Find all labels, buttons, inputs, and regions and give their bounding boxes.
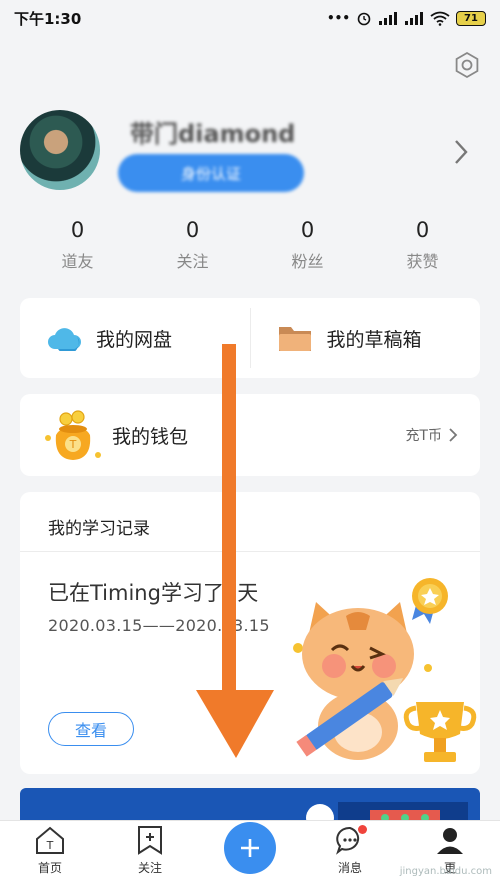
plus-icon — [241, 839, 259, 857]
watermark: jingyan.baidu.com — [399, 866, 492, 877]
tab-create[interactable] — [200, 821, 300, 879]
recharge-label: 充T币 — [405, 428, 442, 444]
signal-icon-2 — [405, 12, 423, 25]
add-button[interactable] — [224, 822, 276, 874]
status-time: 下午1:30 — [14, 9, 82, 28]
verify-button[interactable]: 身份认证 — [118, 154, 304, 192]
stats-row: 0 道友 0 关注 0 粉丝 0 获赞 — [20, 218, 480, 272]
stat-count: 0 — [185, 218, 200, 242]
tab-home-label: 首页 — [37, 861, 62, 875]
wifi-icon — [430, 11, 450, 26]
tab-follow[interactable]: 关注 — [100, 821, 200, 879]
svg-text:T: T — [69, 438, 77, 451]
bookmark-plus-icon — [138, 826, 162, 855]
tab-home[interactable]: T 首页 — [0, 821, 100, 879]
tab-follow-label: 关注 — [137, 861, 162, 875]
user-icon — [437, 828, 463, 854]
tab-messages-label: 消息 — [337, 861, 362, 875]
alarm-icon — [357, 12, 371, 26]
my-disk-label: 我的网盘 — [96, 328, 173, 351]
settings-icon[interactable] — [452, 50, 482, 80]
study-title: 我的学习记录 — [48, 519, 150, 539]
stat-count: 0 — [300, 218, 315, 242]
svg-text:T: T — [46, 839, 54, 852]
chevron-right-icon — [449, 428, 458, 442]
coin-bag-icon: T — [45, 410, 101, 460]
battery-icon: 71 — [456, 10, 486, 26]
my-drafts-button[interactable]: 我的草稿箱 — [251, 298, 481, 378]
my-drafts-label: 我的草稿箱 — [326, 328, 422, 351]
stat-fans[interactable]: 0 粉丝 — [250, 218, 365, 272]
stat-label: 道友 — [61, 252, 94, 271]
more-dots-icon: ••• — [326, 11, 350, 25]
wallet-label: 我的钱包 — [112, 425, 189, 448]
status-bar: 下午1:30 ••• 71 — [0, 0, 500, 36]
cat-mascot-illustration — [293, 578, 477, 762]
unread-badge — [358, 825, 367, 834]
folder-icon — [278, 327, 311, 351]
bottom-tab-bar: T 首页 关注 消息 更 jingyan.baidu.com — [0, 820, 500, 879]
stat-count: 0 — [415, 218, 430, 242]
stat-label: 关注 — [176, 252, 209, 271]
username: 带门diamond — [130, 120, 296, 148]
stat-daoyou[interactable]: 0 道友 — [20, 218, 135, 272]
stat-following[interactable]: 0 关注 — [135, 218, 250, 272]
stat-likes[interactable]: 0 获赞 — [365, 218, 480, 272]
view-button[interactable]: 查看 — [48, 712, 134, 746]
stat-count: 0 — [70, 218, 85, 242]
chevron-right-icon[interactable] — [452, 138, 470, 166]
avatar[interactable] — [20, 110, 100, 190]
home-icon: T — [36, 826, 64, 854]
status-icons: ••• 71 — [327, 10, 486, 26]
stat-label: 获赞 — [406, 252, 439, 271]
stat-label: 粉丝 — [291, 252, 324, 271]
arrow-down-annotation — [196, 344, 274, 758]
profile-header[interactable]: 带门diamond 身份认证 — [20, 108, 480, 192]
recharge-link[interactable]: 充T币 — [405, 425, 458, 445]
tab-messages[interactable]: 消息 — [300, 821, 400, 879]
signal-icon — [379, 12, 397, 25]
cloud-icon — [48, 328, 81, 351]
